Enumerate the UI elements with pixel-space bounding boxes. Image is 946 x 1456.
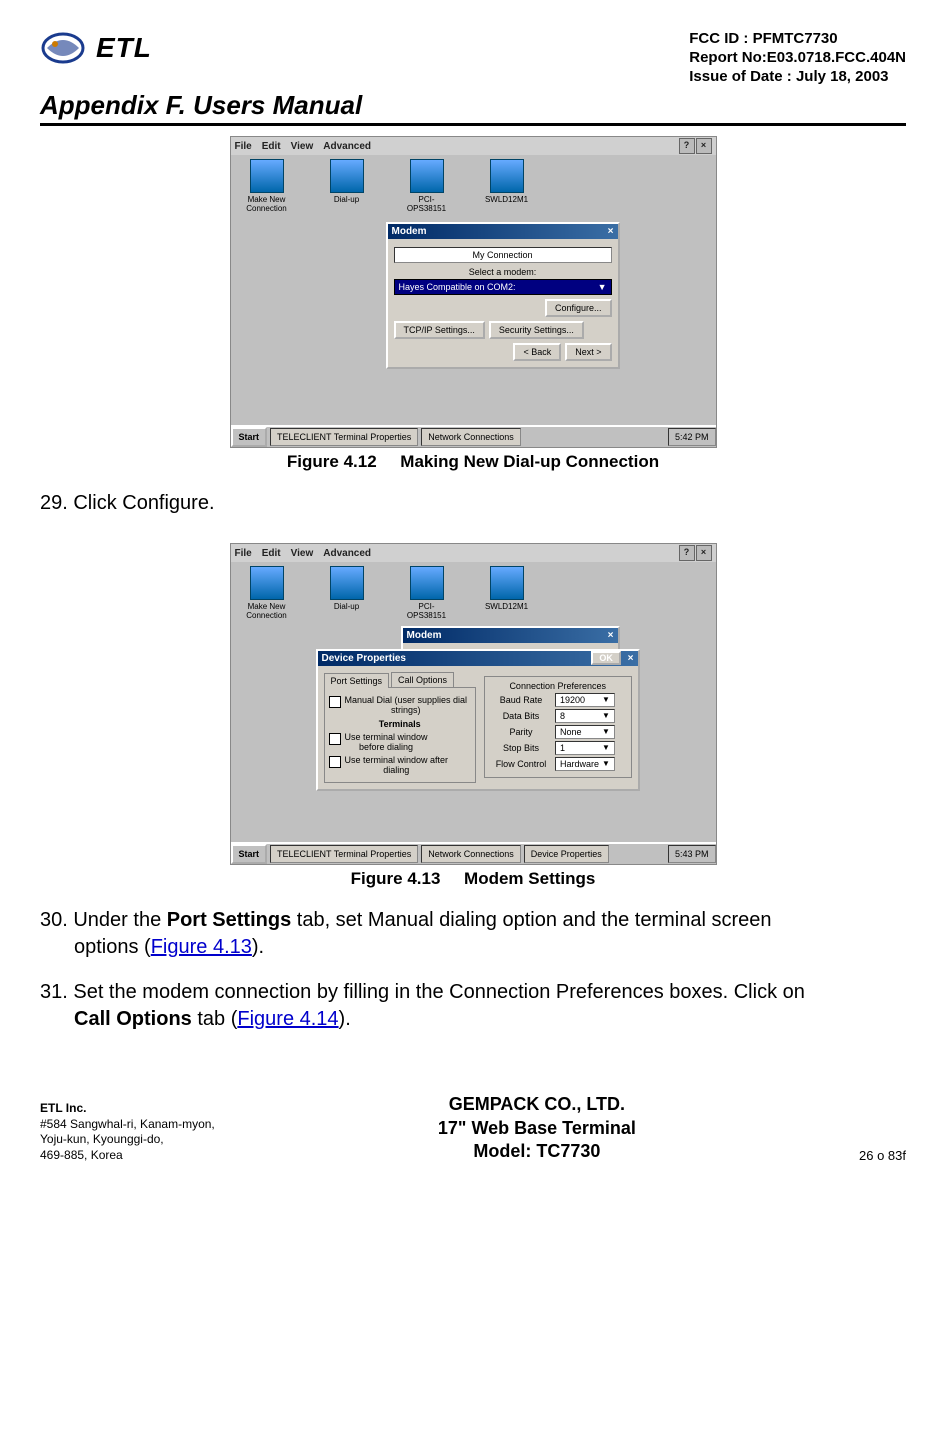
dialog-title: Device Properties — [322, 653, 407, 664]
footer-center: GEMPACK CO., LTD. 17" Web Base Terminal … — [438, 1093, 636, 1163]
flow-control-row[interactable]: Flow ControlHardware▼ — [491, 757, 625, 771]
screenshot-4-13: File Edit View Advanced ? × Make New Con… — [230, 543, 717, 865]
menu-edit[interactable]: Edit — [262, 548, 281, 559]
icon-swld[interactable]: SWLD12M1 — [477, 159, 537, 213]
menubar: File Edit View Advanced ? × — [231, 137, 716, 155]
figure-caption: Figure 4.12 Making New Dial-up Connectio… — [40, 452, 906, 472]
taskbar-app[interactable]: Network Connections — [421, 428, 521, 446]
connection-preferences: Connection Preferences Baud Rate19200▼ D… — [484, 676, 632, 778]
report-no: Report No:E03.0718.FCC.404N — [689, 49, 906, 68]
figure-4-13-link[interactable]: Figure 4.13 — [151, 936, 252, 958]
page-header: ETL FCC ID : PFMTC7730 Report No:E03.071… — [40, 30, 906, 86]
logo-text: ETL — [96, 32, 152, 64]
icon-pci[interactable]: PCI- OPS38151 — [397, 566, 457, 620]
screenshot-4-12: File Edit View Advanced ? × Make New Con… — [230, 136, 717, 448]
taskbar-app[interactable]: TELECLIENT Terminal Properties — [270, 428, 418, 446]
start-button[interactable]: Start — [231, 844, 268, 864]
configure-button[interactable]: Configure... — [545, 299, 612, 317]
back-button[interactable]: < Back — [513, 343, 561, 361]
dialog-titlebar: Modem × — [388, 224, 618, 239]
icon-pci[interactable]: PCI- OPS38151 — [397, 159, 457, 213]
close-icon[interactable]: × — [608, 630, 614, 641]
issue-date: Issue of Date : July 18, 2003 — [689, 68, 906, 87]
header-divider — [40, 123, 906, 126]
desktop-icons: Make New Connection Dial-up PCI- OPS3815… — [237, 159, 537, 213]
device-properties-dialog: Device Properties OK × Port Settings Cal… — [316, 649, 640, 791]
header-meta: FCC ID : PFMTC7730 Report No:E03.0718.FC… — [689, 30, 906, 86]
taskbar: Start TELECLIENT Terminal Properties Net… — [231, 842, 716, 864]
menu-file[interactable]: File — [235, 141, 252, 152]
close-icon[interactable]: × — [628, 653, 634, 664]
icon-dialup[interactable]: Dial-up — [317, 159, 377, 213]
footer-left: ETL Inc. #584 Sangwhal-ri, Kanam-myon, Y… — [40, 1101, 215, 1163]
help-icon[interactable]: ? — [679, 138, 695, 154]
step-31: 31. Set the modem connection by filling … — [40, 979, 906, 1033]
start-button[interactable]: Start — [231, 427, 268, 447]
fcc-id: FCC ID : PFMTC7730 — [689, 30, 906, 49]
close-icon[interactable]: × — [696, 545, 712, 561]
dialog-titlebar: Device Properties OK × — [318, 651, 638, 666]
close-icon[interactable]: × — [696, 138, 712, 154]
menu-advanced[interactable]: Advanced — [323, 141, 371, 152]
tray-clock: 5:43 PM — [668, 845, 716, 863]
tray-clock: 5:42 PM — [668, 428, 716, 446]
terminal-before-checkbox[interactable]: Use terminal window before dialing — [329, 732, 471, 752]
terminals-label: Terminals — [329, 719, 471, 729]
data-bits-row[interactable]: Data Bits8▼ — [491, 709, 625, 723]
menu-view[interactable]: View — [291, 141, 314, 152]
tcpip-button[interactable]: TCP/IP Settings... — [394, 321, 485, 339]
help-icon[interactable]: ? — [679, 545, 695, 561]
ok-button[interactable]: OK — [591, 651, 621, 665]
logo-icon — [40, 30, 90, 66]
icon-make-new-conn[interactable]: Make New Connection — [237, 159, 297, 213]
security-button[interactable]: Security Settings... — [489, 321, 584, 339]
terminal-after-checkbox[interactable]: Use terminal window after dialing — [329, 755, 471, 775]
modem-dialog: Modem × My Connection Select a modem: Ha… — [386, 222, 620, 369]
next-button[interactable]: Next > — [565, 343, 611, 361]
menubar: File Edit View Advanced ? × — [231, 544, 716, 562]
dialog-titlebar: Modem × — [403, 628, 618, 643]
logo: ETL — [40, 30, 152, 66]
close-icon[interactable]: × — [608, 226, 614, 237]
step-30: 30. Under the Port Settings tab, set Man… — [40, 907, 906, 961]
connection-name-field[interactable]: My Connection — [394, 247, 612, 263]
icon-make-new-conn[interactable]: Make New Connection — [237, 566, 297, 620]
manual-dial-checkbox[interactable]: Manual Dial (user supplies dial strings) — [329, 695, 471, 715]
tab-port-settings[interactable]: Port Settings — [324, 673, 390, 688]
menu-view[interactable]: View — [291, 548, 314, 559]
icon-swld[interactable]: SWLD12M1 — [477, 566, 537, 620]
select-modem-label: Select a modem: — [394, 267, 612, 277]
modem-select[interactable]: Hayes Compatible on COM2:▼ — [394, 279, 612, 295]
taskbar-app[interactable]: TELECLIENT Terminal Properties — [270, 845, 418, 863]
figure-caption: Figure 4.13 Modem Settings — [40, 869, 906, 889]
tab-call-options[interactable]: Call Options — [391, 672, 454, 687]
stop-bits-row[interactable]: Stop Bits1▼ — [491, 741, 625, 755]
taskbar: Start TELECLIENT Terminal Properties Net… — [231, 425, 716, 447]
figure-4-12: File Edit View Advanced ? × Make New Con… — [40, 136, 906, 472]
menu-advanced[interactable]: Advanced — [323, 548, 371, 559]
icon-dialup[interactable]: Dial-up — [317, 566, 377, 620]
menu-edit[interactable]: Edit — [262, 141, 281, 152]
page-number: 26 o 83f — [859, 1148, 906, 1163]
figure-4-14-link[interactable]: Figure 4.14 — [237, 1008, 338, 1030]
page-footer: ETL Inc. #584 Sangwhal-ri, Kanam-myon, Y… — [40, 1093, 906, 1163]
desktop-icons: Make New Connection Dial-up PCI- OPS3815… — [237, 566, 537, 620]
step-29: 29. Click Configure. — [40, 490, 906, 517]
dialog-title: Modem — [392, 226, 427, 237]
menu-file[interactable]: File — [235, 548, 252, 559]
appendix-title: Appendix F. Users Manual — [40, 90, 906, 121]
taskbar-app[interactable]: Network Connections — [421, 845, 521, 863]
parity-row[interactable]: ParityNone▼ — [491, 725, 625, 739]
baud-rate-row[interactable]: Baud Rate19200▼ — [491, 693, 625, 707]
taskbar-app[interactable]: Device Properties — [524, 845, 609, 863]
figure-4-13: File Edit View Advanced ? × Make New Con… — [40, 543, 906, 889]
